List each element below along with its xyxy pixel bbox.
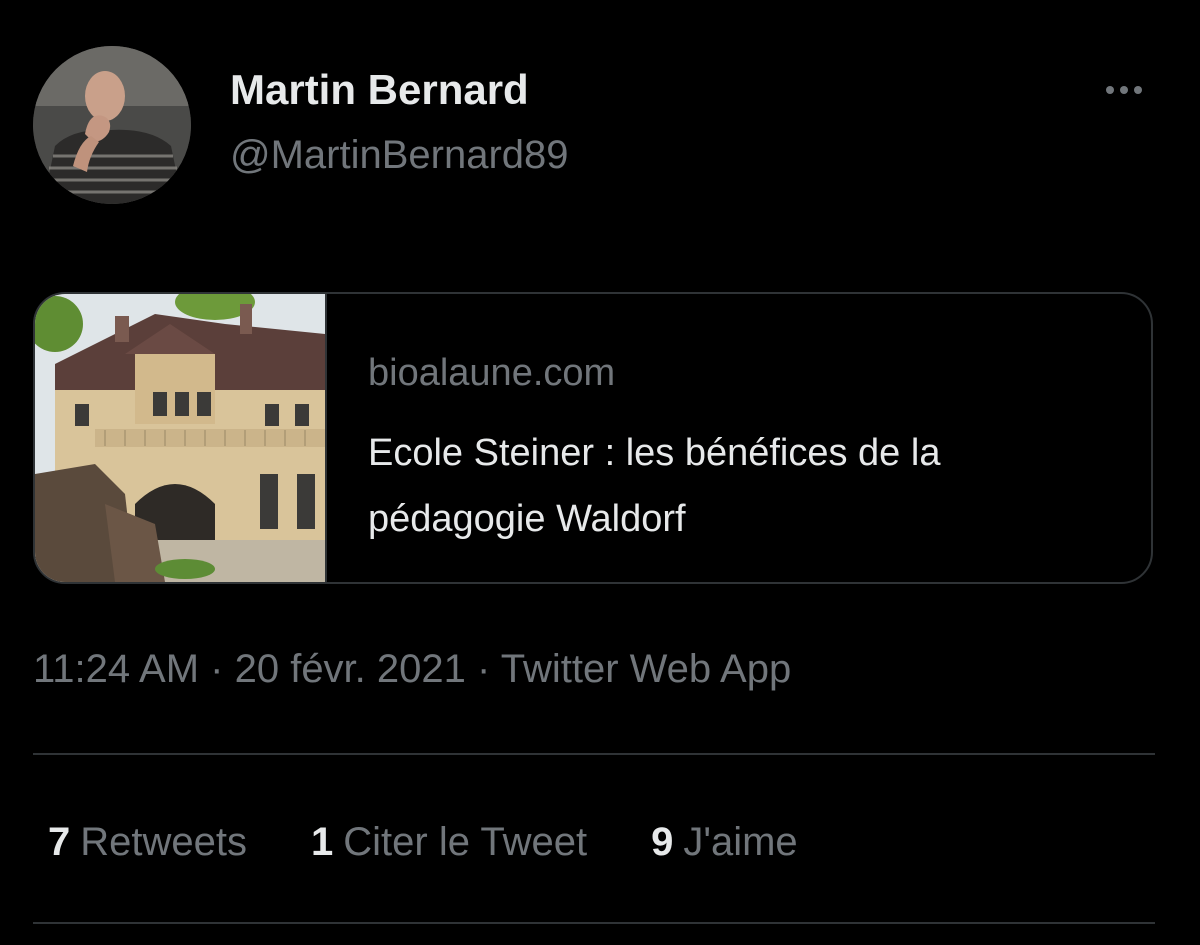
retweets-label: Retweets [80, 820, 247, 864]
link-preview-image [35, 294, 327, 582]
meta-separator: · [199, 647, 235, 691]
link-preview-card[interactable]: bioalaune.com Ecole Steiner : les bénéfi… [33, 292, 1153, 584]
divider [33, 922, 1155, 924]
tweet-metadata: 11:24 AM · 20 févr. 2021 · Twitter Web A… [33, 644, 791, 694]
quote-tweets-count: 1 [311, 820, 334, 864]
quote-tweets-label: Citer le Tweet [343, 820, 588, 864]
tweet-time[interactable]: 11:24 AM [33, 647, 199, 691]
tweet-source[interactable]: Twitter Web App [501, 647, 792, 691]
link-preview-title: Ecole Steiner : les bénéfices de la péda… [368, 432, 941, 540]
tweet-stats: 7 Retweets 1 Citer le Tweet 9 J'aime [48, 815, 798, 869]
quote-tweets-stat[interactable]: 1 Citer le Tweet [311, 815, 587, 869]
more-options-button[interactable] [1094, 72, 1158, 108]
likes-count: 9 [651, 820, 674, 864]
meta-separator: · [465, 647, 501, 691]
link-preview-domain: bioalaune.com [368, 352, 616, 394]
more-horizontal-icon [1106, 86, 1142, 94]
avatar-photo [33, 46, 191, 204]
avatar[interactable] [33, 46, 191, 204]
retweets-count: 7 [48, 820, 71, 864]
author-handle[interactable]: @MartinBernard89 [230, 130, 569, 180]
retweets-stat[interactable]: 7 Retweets [48, 815, 247, 869]
divider [33, 753, 1155, 755]
likes-stat[interactable]: 9 J'aime [651, 815, 798, 869]
tweet-date[interactable]: 20 févr. 2021 [235, 647, 466, 691]
author-display-name[interactable]: Martin Bernard [230, 64, 529, 116]
likes-label: J'aime [683, 820, 798, 864]
